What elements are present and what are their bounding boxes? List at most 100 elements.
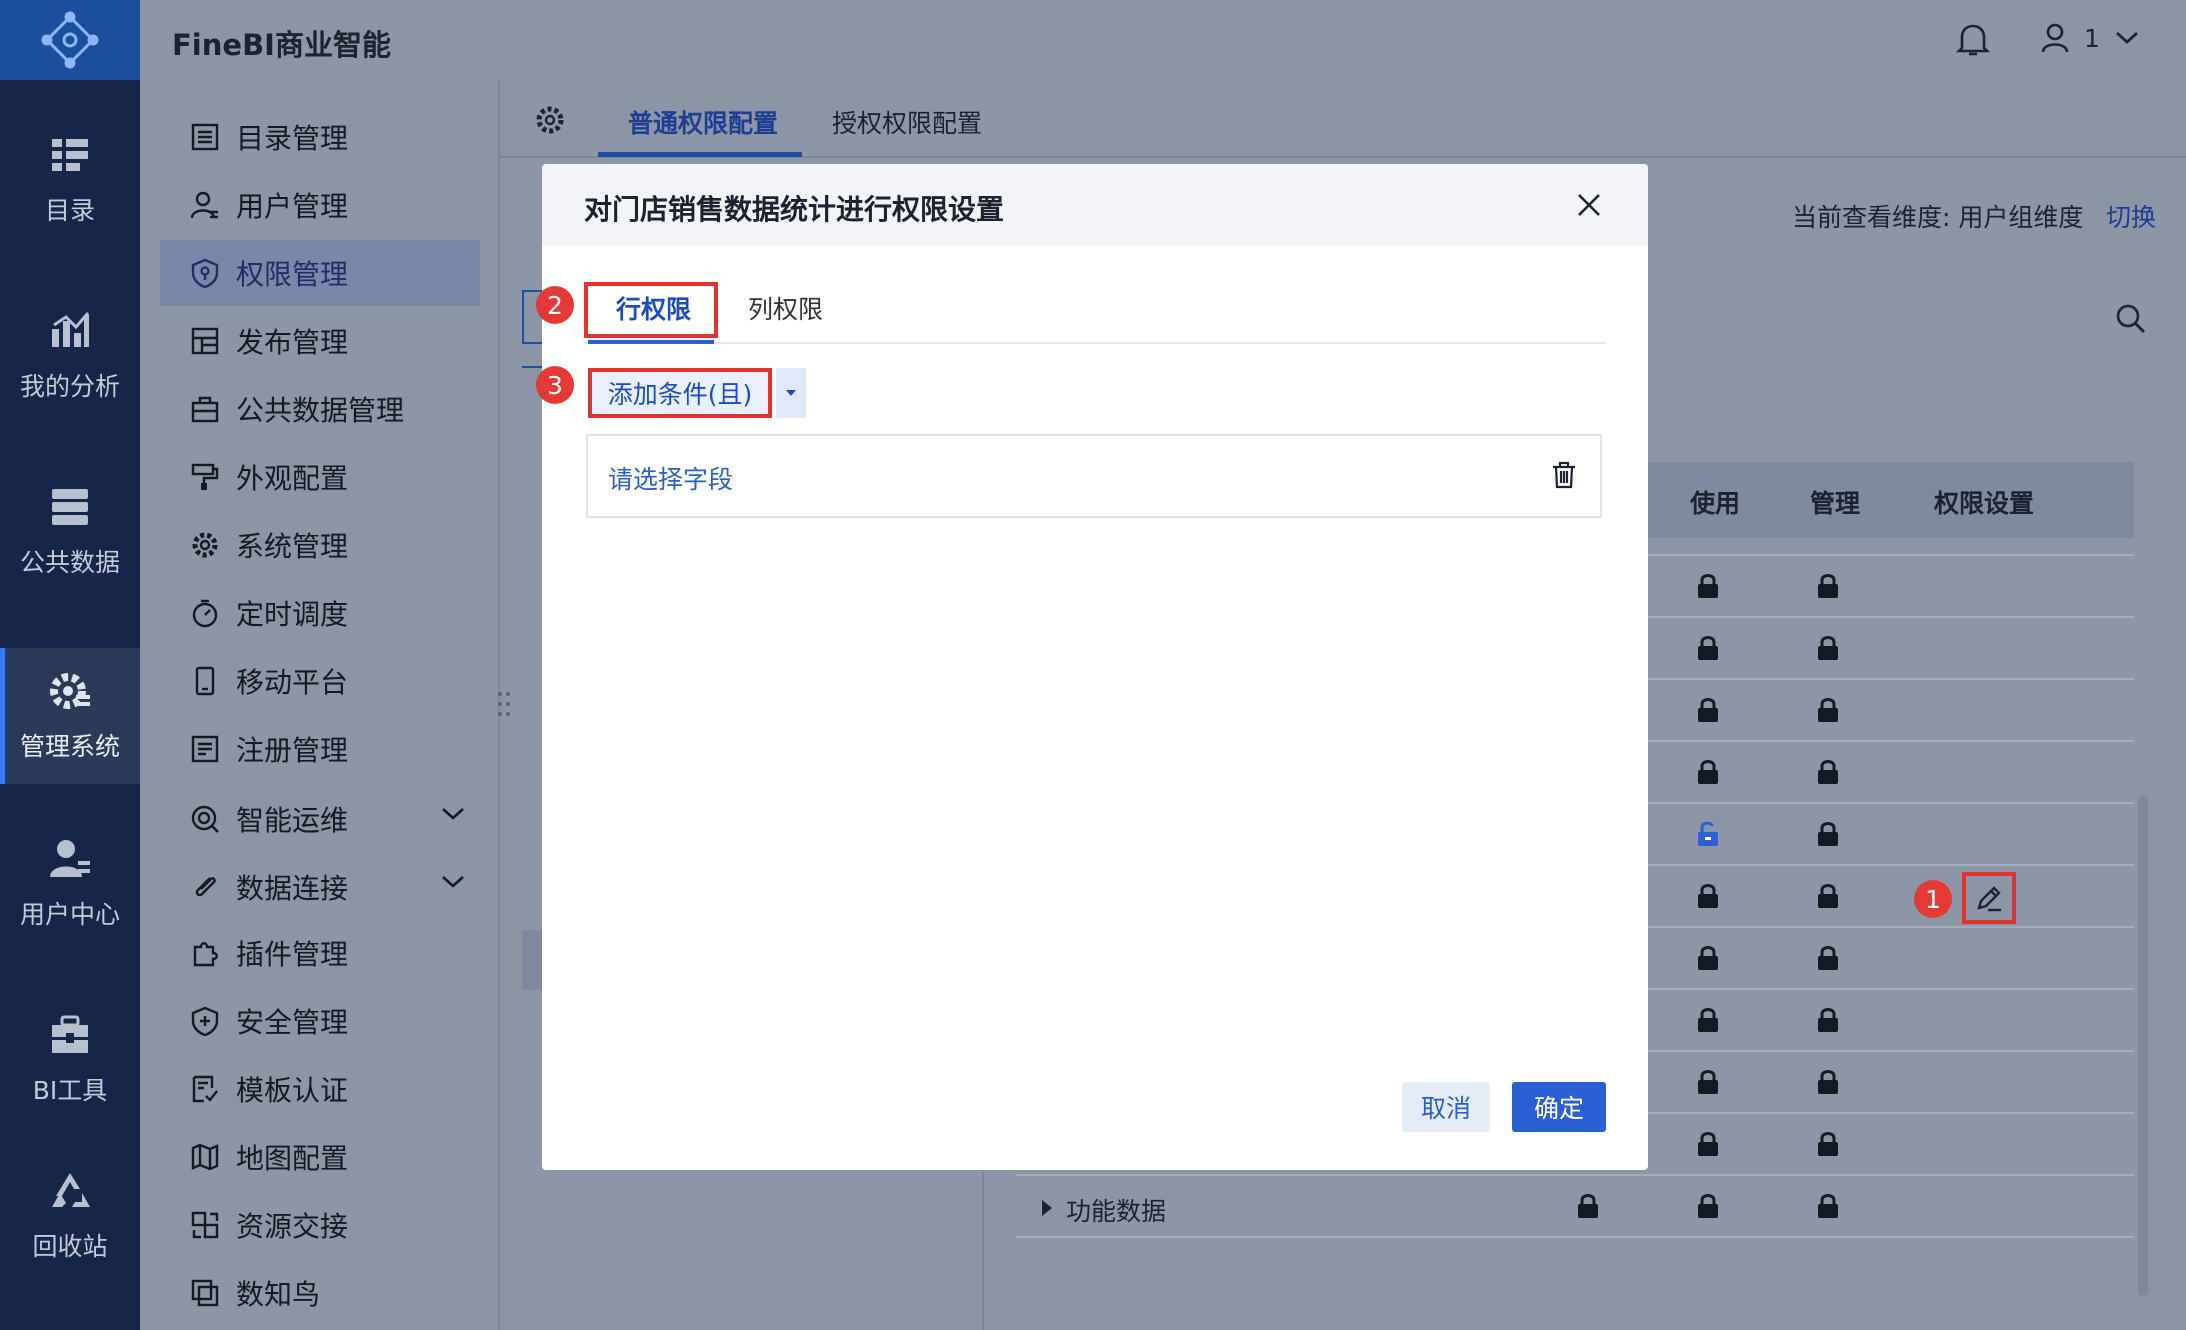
bell-icon[interactable] xyxy=(1955,22,1991,62)
menu-item-system[interactable]: 系统管理 xyxy=(160,512,480,578)
chevron-down-icon[interactable] xyxy=(440,806,466,822)
edit-permission-button[interactable] xyxy=(1962,872,2016,924)
lock-icon[interactable] xyxy=(1696,758,1720,790)
lock-icon[interactable] xyxy=(1696,1192,1720,1224)
menu-label: 模板认证 xyxy=(236,1074,349,1107)
resize-handle-icon[interactable] xyxy=(496,690,512,720)
tab-normal-permissions[interactable]: 普通权限配置 xyxy=(628,104,778,140)
marker-3: 3 xyxy=(536,366,574,404)
menu-item-permissions[interactable]: 权限管理 xyxy=(160,240,480,306)
lock-icon[interactable] xyxy=(1696,572,1720,604)
switch-dimension-link[interactable]: 切换 xyxy=(2106,198,2156,234)
menu-item-map-config[interactable]: 地图配置 xyxy=(160,1124,480,1190)
cancel-button[interactable]: 取消 xyxy=(1402,1082,1490,1132)
table-scrollbar[interactable] xyxy=(2138,796,2148,1296)
header-permission-setting: 权限设置 xyxy=(1934,489,2035,518)
rail-item-user-center[interactable]: 用户中心 xyxy=(0,816,140,952)
handover-icon xyxy=(191,1211,219,1239)
menu-label: 移动平台 xyxy=(236,666,349,699)
rail-item-admin-system[interactable]: 管理系统 xyxy=(0,648,140,784)
menu-item-template-cert[interactable]: 模板认证 xyxy=(160,1056,480,1122)
chevron-down-icon[interactable] xyxy=(440,874,466,890)
tab-column-permission[interactable]: 列权限 xyxy=(748,290,823,326)
lock-icon[interactable] xyxy=(1696,1068,1720,1100)
menu-label: 地图配置 xyxy=(236,1142,349,1175)
panel-fragment xyxy=(522,366,542,368)
dialog-title: 对门店销售数据统计进行权限设置 xyxy=(584,193,1005,226)
panel-fragment xyxy=(522,930,542,990)
rail-label: BI工具 xyxy=(32,1076,108,1105)
lock-icon[interactable] xyxy=(1816,572,1840,604)
rail-item-catalog[interactable]: 目录 xyxy=(0,112,140,248)
lock-icon[interactable] xyxy=(1816,634,1840,666)
menu-item-users[interactable]: 用户管理 xyxy=(160,172,480,238)
menu-item-data-connection[interactable]: 数据连接 xyxy=(160,854,480,920)
lock-icon[interactable] xyxy=(1816,1130,1840,1162)
close-icon[interactable] xyxy=(1574,190,1604,220)
user-name: 1 xyxy=(2084,23,2100,53)
menu-label: 权限管理 xyxy=(236,258,349,291)
expand-arrow-icon[interactable] xyxy=(1042,1200,1052,1216)
lock-icon[interactable] xyxy=(1816,1006,1840,1038)
menu-label: 用户管理 xyxy=(236,190,349,223)
lock-icon[interactable] xyxy=(1696,944,1720,976)
menu-label: 插件管理 xyxy=(236,938,349,971)
lock-icon[interactable] xyxy=(1696,696,1720,728)
menu-label: 外观配置 xyxy=(236,462,349,495)
lock-icon[interactable] xyxy=(1816,758,1840,790)
lock-icon[interactable] xyxy=(1696,1006,1720,1038)
menu-item-appearance[interactable]: 外观配置 xyxy=(160,444,480,510)
logo-icon[interactable] xyxy=(0,0,140,80)
select-field-dropdown[interactable]: 请选择字段 xyxy=(608,460,733,496)
lock-icon[interactable] xyxy=(1696,1130,1720,1162)
lock-icon[interactable] xyxy=(1816,944,1840,976)
lock-icon[interactable] xyxy=(1816,696,1840,728)
menu-item-mobile[interactable]: 移动平台 xyxy=(160,648,480,714)
trash-icon[interactable] xyxy=(1550,460,1578,490)
add-condition-button[interactable]: 添加条件(且) xyxy=(588,368,772,418)
rail-item-my-analysis[interactable]: 我的分析 xyxy=(0,288,140,424)
lock-icon[interactable] xyxy=(1816,882,1840,914)
briefcase-icon xyxy=(191,396,219,423)
tab-grant-permissions[interactable]: 授权权限配置 xyxy=(832,104,982,140)
menu-item-resource-handover[interactable]: 资源交接 xyxy=(160,1192,480,1258)
menu-label: 公共数据管理 xyxy=(236,394,405,427)
admin-menu: 目录管理 用户管理 权限管理 发布管理 公共数据管理 外观配置 系统管理 定时调… xyxy=(140,80,500,1330)
menu-item-publish[interactable]: 发布管理 xyxy=(160,308,480,374)
menu-item-security[interactable]: 安全管理 xyxy=(160,988,480,1054)
menu-item-registration[interactable]: 注册管理 xyxy=(160,716,480,782)
pencil-icon xyxy=(1977,886,2001,912)
lock-icon[interactable] xyxy=(1816,820,1840,852)
rail-item-bi-tools[interactable]: BI工具 xyxy=(0,992,140,1128)
lock-icon[interactable] xyxy=(1696,634,1720,666)
view-dimension-label: 当前查看维度: 用户组维度 xyxy=(1792,203,2084,232)
header-use: 使用 xyxy=(1690,489,1741,518)
user-menu[interactable]: 1 xyxy=(2040,22,2140,54)
menu-item-plugins[interactable]: 插件管理 xyxy=(160,920,480,986)
rail-label: 回收站 xyxy=(32,1232,108,1261)
user-icon xyxy=(190,191,218,219)
confirm-button[interactable]: 确定 xyxy=(1512,1082,1606,1132)
menu-item-public-data-admin[interactable]: 公共数据管理 xyxy=(160,376,480,442)
menu-item-smart-ops[interactable]: 智能运维 xyxy=(160,786,480,852)
rail-item-public-data[interactable]: 公共数据 xyxy=(0,464,140,600)
search-icon[interactable] xyxy=(2114,302,2148,336)
unlocked-icon[interactable] xyxy=(1696,820,1720,852)
add-condition-dropdown[interactable] xyxy=(776,368,806,418)
lock-icon[interactable] xyxy=(1576,1192,1600,1224)
menu-item-catalog[interactable]: 目录管理 xyxy=(160,104,480,170)
lock-icon[interactable] xyxy=(1816,1068,1840,1100)
ops-icon xyxy=(191,805,219,833)
lock-icon[interactable] xyxy=(1696,882,1720,914)
table-row: 功能数据 xyxy=(1016,1176,2134,1238)
brand-title: FineBI商业智能 xyxy=(172,28,391,62)
register-icon xyxy=(191,735,219,763)
menu-label: 目录管理 xyxy=(236,122,349,155)
lock-icon[interactable] xyxy=(1816,1192,1840,1224)
rail-item-recycle-bin[interactable]: 回收站 xyxy=(0,1148,140,1284)
gear-icon[interactable] xyxy=(534,104,566,136)
menu-label: 安全管理 xyxy=(236,1006,349,1039)
menu-item-schedule[interactable]: 定时调度 xyxy=(160,580,480,646)
menu-item-shuzhiniao[interactable]: 数知鸟 xyxy=(160,1260,480,1326)
main-rail: 目录 我的分析 公共数据 管理系统 用户中心 BI工具 回收站 xyxy=(0,0,140,1330)
